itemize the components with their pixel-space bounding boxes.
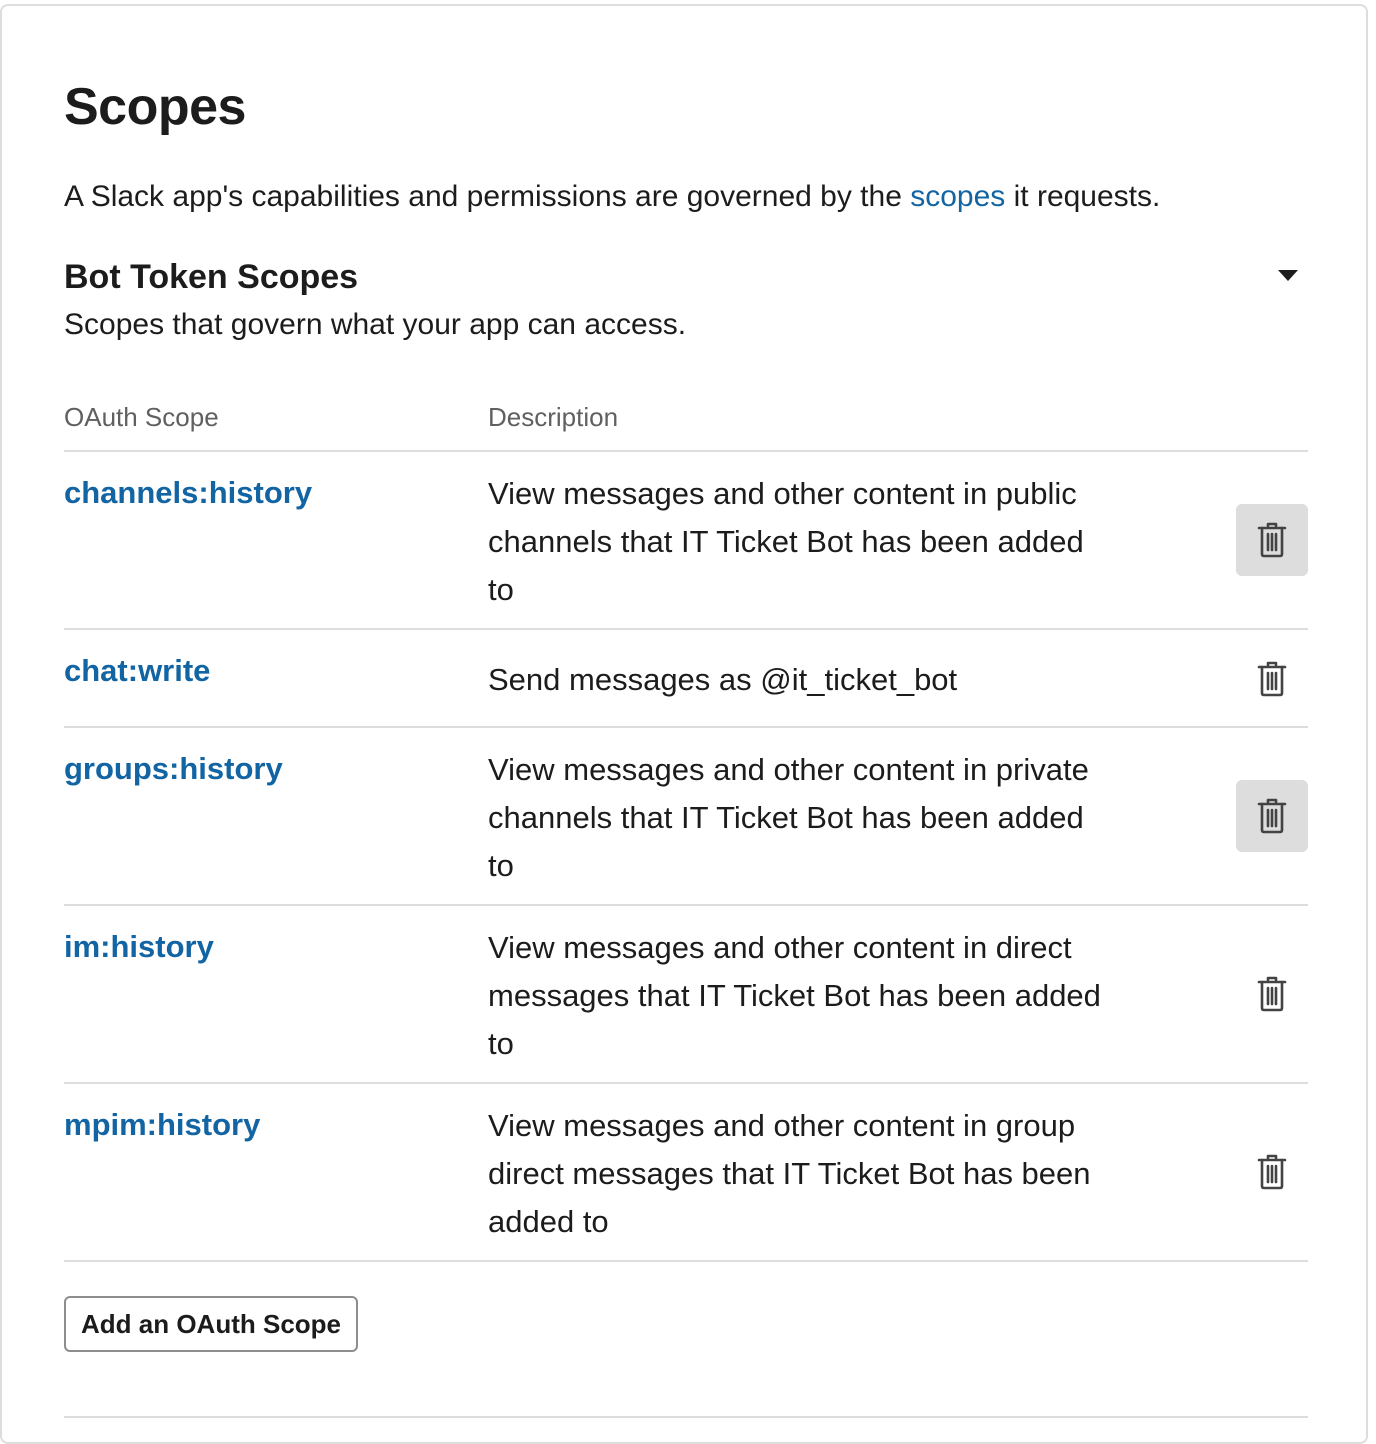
remove-scope-button[interactable] <box>1236 1136 1308 1208</box>
table-row: im:history View messages and other conte… <box>64 906 1308 1084</box>
intro-text-before: A Slack app's capabilities and permissio… <box>64 180 911 213</box>
column-header-oauth-scope: OAuth Scope <box>64 402 219 432</box>
scope-name-link[interactable]: groups:history <box>64 748 283 790</box>
table-row: mpim:history View messages and other con… <box>64 1084 1308 1262</box>
column-header-description: Description <box>488 402 619 432</box>
scopes-link[interactable]: scopes <box>910 180 1005 213</box>
intro-text-after: it requests. <box>1005 180 1161 213</box>
section-subtitle: Scopes that govern what your app can acc… <box>64 308 687 341</box>
scope-name-link[interactable]: mpim:history <box>64 1104 260 1146</box>
table-header: OAuth Scope Description <box>64 386 1308 452</box>
add-oauth-scope-button[interactable]: Add an OAuth Scope <box>64 1296 358 1352</box>
trash-icon <box>1257 522 1287 558</box>
scope-name-link[interactable]: channels:history <box>64 472 312 514</box>
remove-scope-button[interactable] <box>1236 643 1308 715</box>
intro-text: A Slack app's capabilities and permissio… <box>64 177 1160 217</box>
scope-description: View messages and other content in direc… <box>488 930 1101 1061</box>
scope-description: View messages and other content in publi… <box>488 476 1084 607</box>
scope-description: View messages and other content in priva… <box>488 752 1089 883</box>
remove-scope-button[interactable] <box>1236 780 1308 852</box>
page-title: Scopes <box>64 78 246 136</box>
table-row: channels:history View messages and other… <box>64 452 1308 630</box>
trash-icon <box>1257 1154 1287 1190</box>
trash-icon <box>1257 661 1287 697</box>
scope-description: Send messages as @it_ticket_bot <box>488 662 958 697</box>
section-title: Bot Token Scopes <box>64 258 359 296</box>
scopes-table: OAuth Scope Description channels:history… <box>64 386 1308 1262</box>
table-row: groups:history View messages and other c… <box>64 728 1308 906</box>
remove-scope-button[interactable] <box>1236 958 1308 1030</box>
trash-icon <box>1257 798 1287 834</box>
caret-down-icon <box>1278 269 1298 281</box>
collapse-toggle-button[interactable] <box>1270 262 1306 288</box>
scope-name-link[interactable]: im:history <box>64 926 214 968</box>
scopes-card: Scopes A Slack app's capabilities and pe… <box>0 4 1368 1444</box>
scope-description: View messages and other content in group… <box>488 1108 1091 1239</box>
scope-name-link[interactable]: chat:write <box>64 650 210 692</box>
table-row: chat:write Send messages as @it_ticket_b… <box>64 630 1308 728</box>
remove-scope-button[interactable] <box>1236 504 1308 576</box>
trash-icon <box>1257 976 1287 1012</box>
